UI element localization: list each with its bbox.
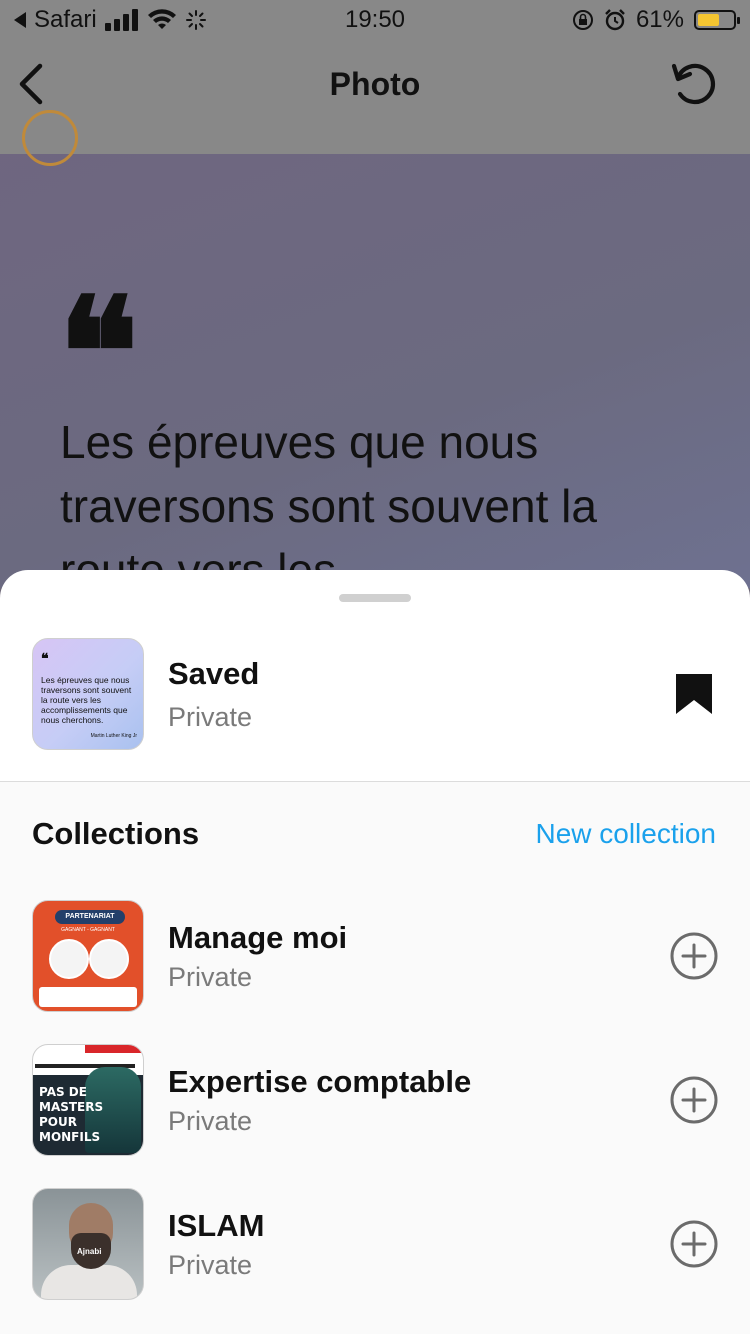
thumb-signature: Martin Luther King Jr [90, 733, 137, 739]
collections-section: Collections New collection PARTENARIAT G… [0, 782, 750, 1334]
thumb-quote-text: Les épreuves que nous traversons sont so… [41, 675, 132, 725]
thumb-text-band [39, 987, 137, 1007]
saved-thumbnail: ❝ Les épreuves que nous traversons sont … [32, 638, 144, 750]
collection-thumbnail: PAS DE MASTERS POUR MONFILS [32, 1044, 144, 1156]
collections-header: Collections [32, 816, 200, 851]
saved-row[interactable]: ❝ Les épreuves que nous traversons sont … [0, 630, 750, 780]
collection-row-manage-moi[interactable]: PARTENARIAT GAGNANT - GAGNANT Manage moi… [0, 900, 750, 1030]
add-circle-icon[interactable] [670, 932, 718, 980]
thumb-body [41, 1265, 137, 1299]
post-photo: ❝ Les épreuves que nous traversons sont … [0, 110, 750, 596]
collection-row-expertise-comptable[interactable]: PAS DE MASTERS POUR MONFILS Expertise co… [0, 1044, 750, 1174]
saved-title: Saved [168, 656, 260, 691]
add-circle-icon[interactable] [670, 1220, 718, 1268]
status-right: 61% [572, 6, 740, 34]
saved-subtitle: Private [168, 702, 253, 732]
bookmark-icon[interactable] [676, 674, 712, 714]
thumb-sub: GAGNANT - GAGNANT [61, 927, 115, 933]
thumb-headline: PAS DE MASTERS POUR MONFILS [39, 1085, 104, 1144]
collection-subtitle: Private [168, 1250, 253, 1280]
new-collection-button[interactable]: New collection [535, 818, 716, 850]
add-circle-icon[interactable] [670, 1076, 718, 1124]
collection-thumbnail: PARTENARIAT GAGNANT - GAGNANT [32, 900, 144, 1012]
status-bar: Safari 19:50 61% [0, 0, 750, 40]
collection-thumbnail: Ajnabi [32, 1188, 144, 1300]
battery-fill [698, 14, 719, 26]
post-header-strip [0, 110, 750, 166]
thumb-logo-right [89, 939, 129, 979]
thumb-caption: Ajnabi [77, 1247, 102, 1256]
collection-title: Expertise comptable [168, 1064, 472, 1099]
sheet-grabber[interactable] [339, 594, 411, 602]
refresh-icon[interactable] [668, 58, 720, 110]
avatar [22, 110, 78, 166]
page-title: Photo [329, 66, 421, 102]
thumb-quote-mark-icon: ❝ [41, 651, 49, 667]
nav-bar: Photo [0, 40, 750, 129]
collection-row-islam[interactable]: Ajnabi ISLAM Private [0, 1188, 750, 1318]
collection-subtitle: Private [168, 962, 253, 992]
thumb-pill: PARTENARIAT [55, 910, 125, 924]
battery-percent: 61% [635, 6, 684, 33]
collection-title: ISLAM [168, 1208, 265, 1243]
alarm-icon [605, 9, 625, 31]
thumb-logo-left [49, 939, 89, 979]
rotation-lock-icon [572, 10, 593, 30]
collection-title: Manage moi [168, 920, 348, 955]
collection-subtitle: Private [168, 1106, 253, 1136]
quote-mark-icon: ❝ [58, 265, 139, 441]
save-bottom-sheet: ❝ Les épreuves que nous traversons sont … [0, 570, 750, 1334]
battery-icon [694, 10, 740, 30]
thumb-header-bar [85, 1045, 143, 1053]
